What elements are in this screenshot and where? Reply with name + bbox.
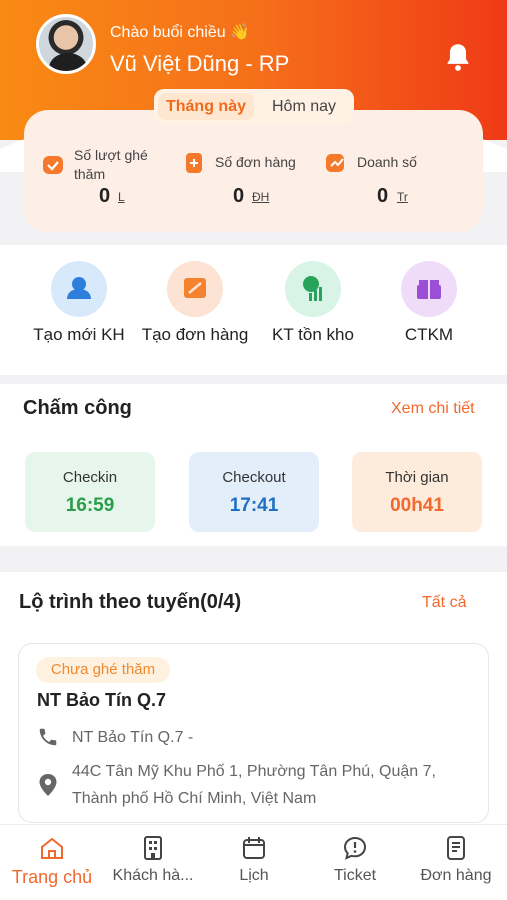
quick-action-label: KT tồn kho [272,325,354,344]
checkin-card: Checkin 16:59 [25,452,155,532]
stat-value-visits: 0 [99,185,111,207]
bell-icon[interactable] [444,42,472,72]
revenue-icon [326,154,344,172]
checkout-label: Checkout [222,469,286,486]
stat-unit-orders: ĐH [252,190,270,204]
store-address-line1: 44C Tân Mỹ Khu Phố 1, Phường Tân Phú, Qu… [72,763,436,780]
nav-calendar[interactable]: Lịch [204,835,304,885]
nav-home[interactable]: Trang chủ [2,835,102,888]
duration-card: Thời gian 00h41 [352,452,482,532]
stat-value-orders: 0 [233,185,245,207]
nav-customers[interactable]: Khách hà... [103,835,203,885]
store-phone-text: NT Bảo Tín Q.7 - [72,729,194,746]
quick-action-label: Tạo mới KH [33,325,125,344]
attendance-detail-link[interactable]: Xem chi tiết [391,400,475,418]
quick-action-label: CTKM [404,325,454,344]
home-icon [41,837,63,859]
nav-ticket[interactable]: Ticket [305,835,405,885]
checkin-value: 16:59 [65,495,115,516]
stat-label-visits: Số lượt ghé thăm [74,147,148,182]
calendar-icon [243,837,265,859]
greeting-text: Chào buổi chiều 👋 [110,24,251,41]
location-pin-icon [39,774,57,796]
checkin-label: Checkin [62,469,118,486]
inventory-icon [285,261,341,317]
stat-value-revenue: 0 [377,185,389,207]
building-icon [144,836,162,860]
user-name: Vũ Việt Dũng - RP [110,51,290,76]
attendance-title: Chấm công [23,397,132,419]
nav-label: Đơn hàng [420,867,492,884]
nav-orders[interactable]: Đơn hàng [406,835,506,885]
edit-doc-icon [167,261,223,317]
duration-value: 00h41 [390,495,444,516]
route-all-link[interactable]: Tất cả [422,594,466,612]
phone-icon [39,728,57,746]
nav-label: Lịch [239,867,269,884]
visit-icon [43,156,63,174]
order-add-icon [186,153,202,173]
tab-this-month[interactable]: Tháng này [158,93,254,120]
checkout-card: Checkout 17:41 [189,452,319,532]
store-name: NT Bảo Tín Q.7 [37,690,167,710]
stat-label-revenue: Doanh số [357,154,417,170]
status-badge: Chưa ghé thăm [36,657,170,683]
checkout-value: 17:41 [229,495,279,516]
nav-label: Ticket [333,867,377,884]
nav-label: Trang chủ [11,867,93,887]
gift-icon [401,261,457,317]
stat-unit-visits: L [118,190,125,204]
chat-alert-icon [343,836,367,860]
avatar[interactable] [36,14,96,74]
bottom-nav: Trang chủ Khách hà... Lịch Ticket Đơn hà… [0,824,507,900]
stat-label-orders: Số đơn hàng [215,154,296,170]
route-title: Lộ trình theo tuyến(0/4) [19,591,242,613]
person-icon [51,261,107,317]
document-icon [447,836,465,860]
store-address-line2: Thành phố Hồ Chí Minh, Việt Nam [72,790,317,807]
quick-action-label: Tạo đơn hàng [141,325,249,344]
nav-label: Khách hà... [112,867,194,884]
stat-unit-revenue: Tr [397,190,408,204]
period-tabs: Tháng này Hôm nay [154,89,354,124]
duration-label: Thời gian [385,469,449,486]
tab-today[interactable]: Hôm nay [258,93,350,120]
